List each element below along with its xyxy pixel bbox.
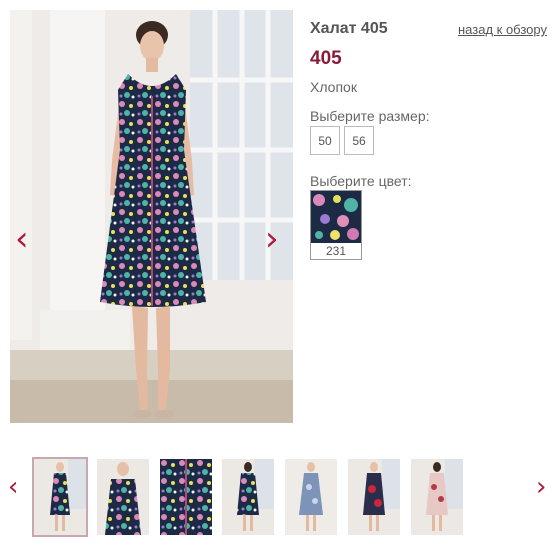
thumbnail-7[interactable] (411, 459, 463, 535)
color-code-label: 231 (325, 244, 347, 258)
thumbs-next-arrow-icon[interactable]: › (536, 474, 546, 500)
product-title: Халат 405 (310, 20, 388, 37)
thumbnail-3[interactable] (160, 459, 212, 535)
photo-prev-arrow-icon[interactable]: ‹ (15, 222, 29, 256)
main-product-photo (10, 10, 293, 423)
size-option-56[interactable]: 56 (344, 126, 374, 155)
thumbnail-5[interactable] (285, 459, 337, 535)
size-option-50[interactable]: 50 (310, 126, 340, 155)
model-photo-image (10, 10, 293, 423)
thumbnail-1[interactable] (32, 457, 88, 537)
photo-next-arrow-icon[interactable]: › (265, 222, 279, 256)
product-material: Хлопок (310, 79, 357, 95)
paisley-swatch-image (311, 191, 361, 243)
product-price: 405 (310, 48, 342, 69)
thumbnail-2[interactable] (97, 459, 149, 535)
color-select-label: Выберите цвет: (310, 173, 412, 189)
thumbnail-4[interactable] (222, 459, 274, 535)
color-swatch[interactable]: 231 (310, 190, 362, 260)
thumbs-prev-arrow-icon[interactable]: ‹ (8, 474, 18, 500)
back-to-overview-link[interactable]: назад к обзору (458, 22, 547, 37)
size-select-label: Выберите размер: (310, 108, 430, 124)
thumbnail-6[interactable] (348, 459, 400, 535)
